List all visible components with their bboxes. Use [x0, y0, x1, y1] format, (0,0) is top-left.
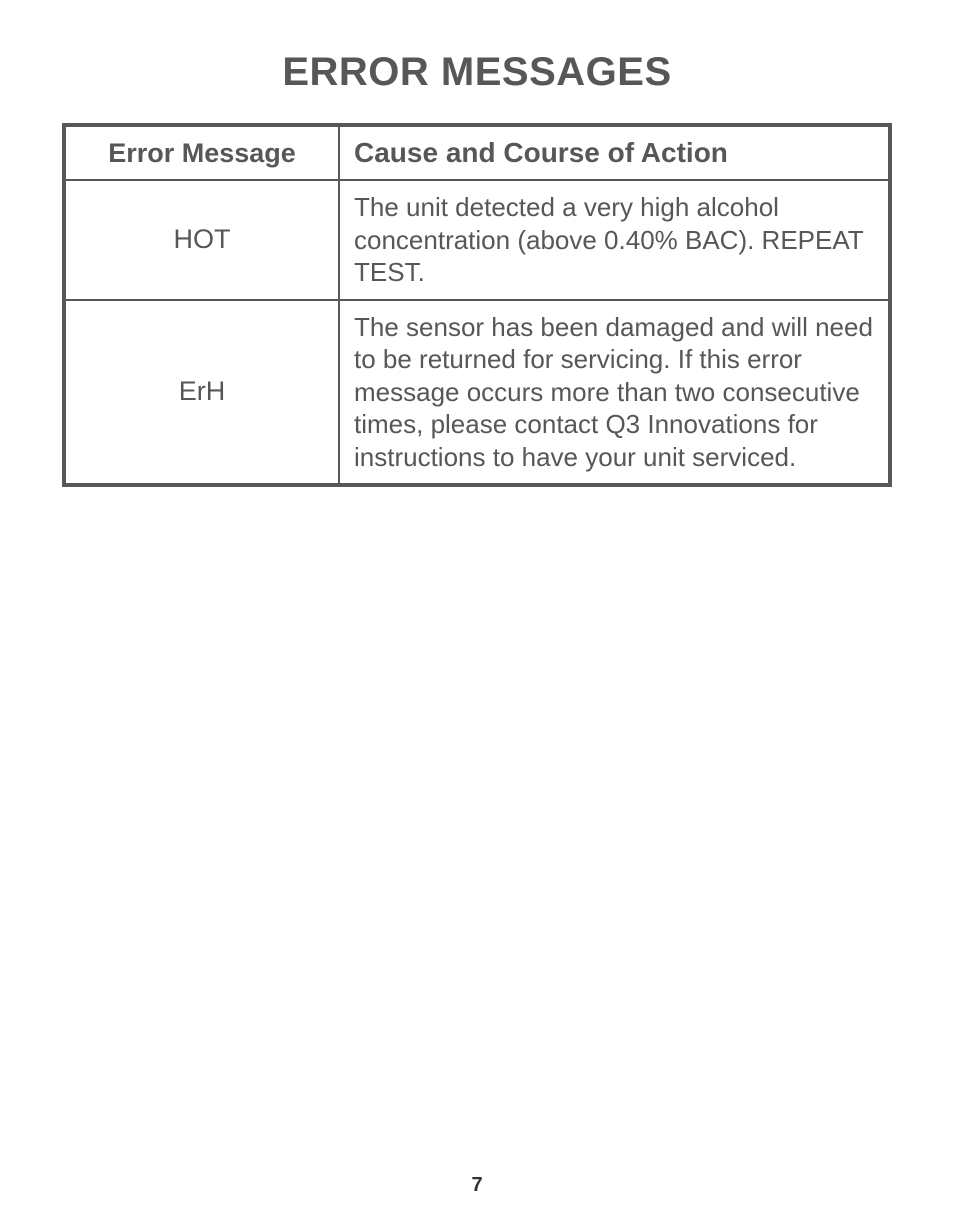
page-number: 7 — [0, 1174, 954, 1197]
error-desc-cell: The unit detected a very high alcohol co… — [339, 180, 890, 300]
error-messages-table: Error Message Cause and Course of Action… — [62, 123, 892, 487]
table-header-row: Error Message Cause and Course of Action — [64, 125, 890, 180]
header-cause-action: Cause and Course of Action — [339, 125, 890, 180]
page-title: ERROR MESSAGES — [62, 50, 892, 95]
error-desc-cell: The sensor has been damaged and will nee… — [339, 300, 890, 486]
document-page: ERROR MESSAGES Error Message Cause and C… — [0, 0, 954, 1227]
header-error-message: Error Message — [64, 125, 339, 180]
error-code-cell: ErH — [64, 300, 339, 486]
table-row: ErH The sensor has been damaged and will… — [64, 300, 890, 486]
error-code-cell: HOT — [64, 180, 339, 300]
table-row: HOT The unit detected a very high alcoho… — [64, 180, 890, 300]
